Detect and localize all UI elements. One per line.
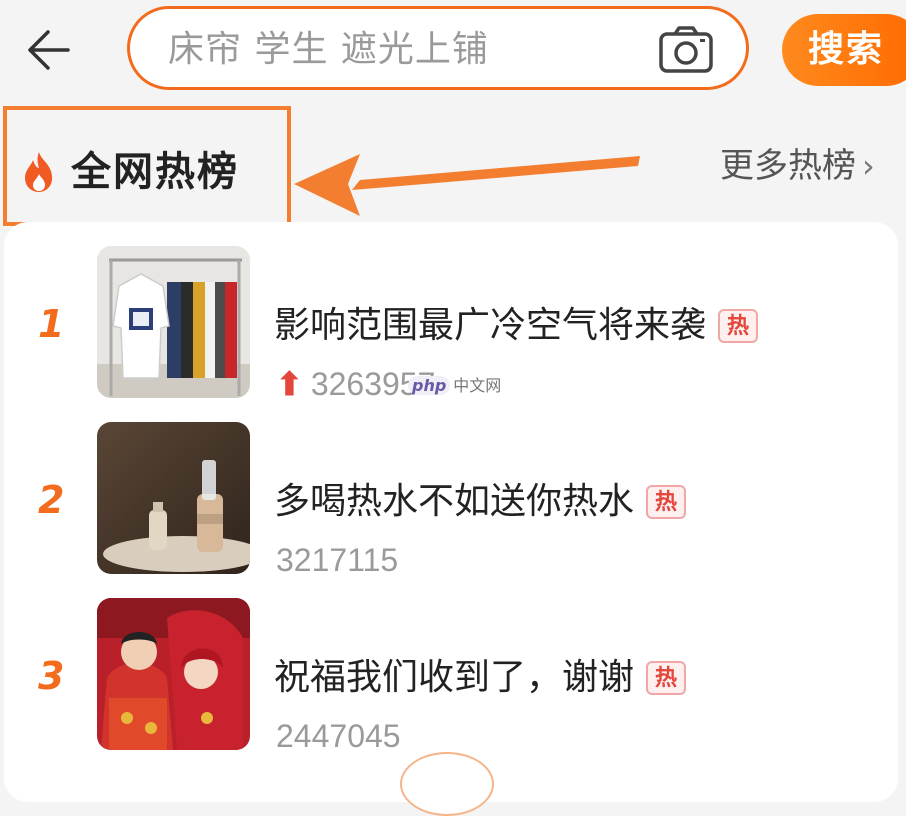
watermark: php 中文网 — [408, 372, 501, 396]
search-input[interactable]: 床帘 学生 遮光上铺 — [127, 6, 749, 90]
more-hot-lists-label: 更多热榜 — [720, 146, 856, 186]
item-title-text: 影响范围最广冷空气将来袭 — [274, 305, 707, 346]
item-title: 影响范围最广冷空气将来袭热 — [274, 304, 759, 348]
item-title-text: 多喝热水不如送你热水 — [274, 481, 635, 522]
item-title-text: 祝福我们收到了，谢谢 — [274, 657, 635, 698]
camera-icon — [659, 26, 713, 73]
back-button[interactable] — [24, 28, 74, 72]
rank-number: 3 — [38, 654, 65, 698]
item-count: 2447045 — [276, 716, 401, 756]
hot-tag: 热 — [646, 485, 687, 519]
item-thumbnail — [97, 598, 250, 750]
hot-tag: 热 — [718, 309, 759, 343]
hot-list-title-highlight: 全网热榜 — [3, 106, 291, 226]
rank-number: 1 — [38, 302, 65, 346]
callout-arrow — [294, 154, 640, 216]
search-placeholder: 床帘 学生 遮光上铺 — [168, 29, 489, 70]
rank-number: 2 — [38, 478, 65, 522]
floating-button-peek[interactable] — [400, 752, 494, 816]
item-title: 祝福我们收到了，谢谢热 — [274, 656, 687, 700]
hot-list-card: 1 影响范围最广冷空气将来袭热 ⬆ 3263957 2 多喝热水不如送你热水 热… — [4, 222, 898, 802]
list-item[interactable]: 3 祝福我们收到了，谢谢热 2447045 — [4, 598, 898, 758]
chevron-right-icon: › — [862, 147, 875, 185]
back-arrow-icon — [28, 30, 70, 70]
item-count-value: 3217115 — [276, 542, 399, 578]
rising-arrow-icon: ⬆ — [276, 366, 303, 402]
hot-list-title: 全网热榜 — [71, 149, 239, 195]
search-button[interactable]: 搜索 — [782, 14, 906, 86]
item-title: 多喝热水不如送你热水热 — [274, 480, 687, 524]
camera-search-button[interactable] — [658, 25, 714, 75]
item-thumbnail — [97, 422, 250, 574]
watermark-text: 中文网 — [453, 376, 502, 395]
fire-icon — [25, 152, 53, 192]
watermark-badge: php — [408, 376, 451, 395]
item-count: 3217115 — [276, 540, 398, 580]
hot-tag: 热 — [646, 661, 687, 695]
more-hot-lists-link[interactable]: 更多热榜 › — [720, 144, 875, 188]
search-header: 床帘 学生 遮光上铺 搜索 — [0, 0, 906, 100]
item-count-value: 2447045 — [276, 718, 401, 754]
list-item[interactable]: 2 多喝热水不如送你热水热 3217115 — [4, 422, 898, 582]
item-thumbnail — [97, 246, 250, 398]
